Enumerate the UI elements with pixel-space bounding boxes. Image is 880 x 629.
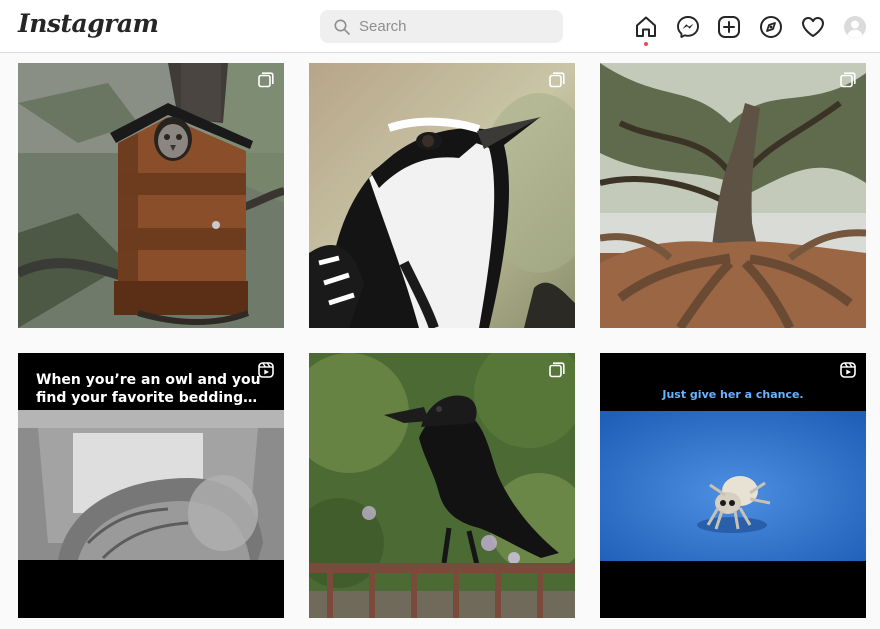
carousel-icon bbox=[549, 362, 565, 378]
nav-activity-button[interactable] bbox=[800, 14, 826, 40]
post-tile-crow[interactable] bbox=[309, 353, 575, 618]
plus-square-icon bbox=[718, 16, 740, 38]
heart-icon bbox=[802, 17, 824, 37]
carousel-icon bbox=[258, 72, 274, 88]
reel-icon bbox=[840, 362, 856, 378]
top-nav-bar: Instagram bbox=[0, 0, 880, 53]
home-icon bbox=[636, 16, 656, 37]
post-tile-owl-birdhouse[interactable] bbox=[18, 63, 284, 328]
woodpecker-image bbox=[309, 63, 575, 328]
owl-bedding-caption-line1: When you’re an owl and you bbox=[36, 372, 261, 388]
post-tile-tree-roots[interactable] bbox=[600, 63, 866, 328]
search-icon bbox=[334, 19, 350, 35]
compass-icon bbox=[760, 16, 782, 38]
nav-profile-button[interactable] bbox=[842, 14, 868, 40]
nav-new-post-button[interactable] bbox=[716, 14, 742, 40]
crow-image bbox=[309, 353, 575, 618]
post-tile-jumping-spider[interactable]: Just give her a chance. bbox=[600, 353, 866, 618]
owl-bedding-caption: When you’re an owl and you find your fav… bbox=[36, 371, 281, 407]
search-input[interactable] bbox=[359, 18, 559, 35]
post-tile-woodpecker[interactable] bbox=[309, 63, 575, 328]
avatar-icon bbox=[844, 16, 866, 38]
home-active-indicator bbox=[644, 42, 648, 46]
nav-home-button[interactable] bbox=[633, 14, 659, 40]
owl-birdhouse-image bbox=[18, 63, 284, 328]
carousel-icon bbox=[840, 72, 856, 88]
carousel-icon bbox=[549, 72, 565, 88]
spider-caption: Just give her a chance. bbox=[662, 388, 804, 401]
instagram-logo[interactable]: Instagram bbox=[18, 9, 159, 38]
nav-explore-button[interactable] bbox=[758, 14, 784, 40]
owl-bedding-caption-line2: find your favorite bedding… bbox=[36, 390, 258, 406]
search-bar[interactable] bbox=[320, 10, 563, 43]
nav-messenger-button[interactable] bbox=[675, 14, 701, 40]
reel-icon bbox=[258, 362, 274, 378]
messenger-icon bbox=[677, 16, 699, 38]
post-tile-owl-bedding[interactable]: When you’re an owl and you find your fav… bbox=[18, 353, 284, 618]
tree-roots-image bbox=[600, 63, 866, 328]
